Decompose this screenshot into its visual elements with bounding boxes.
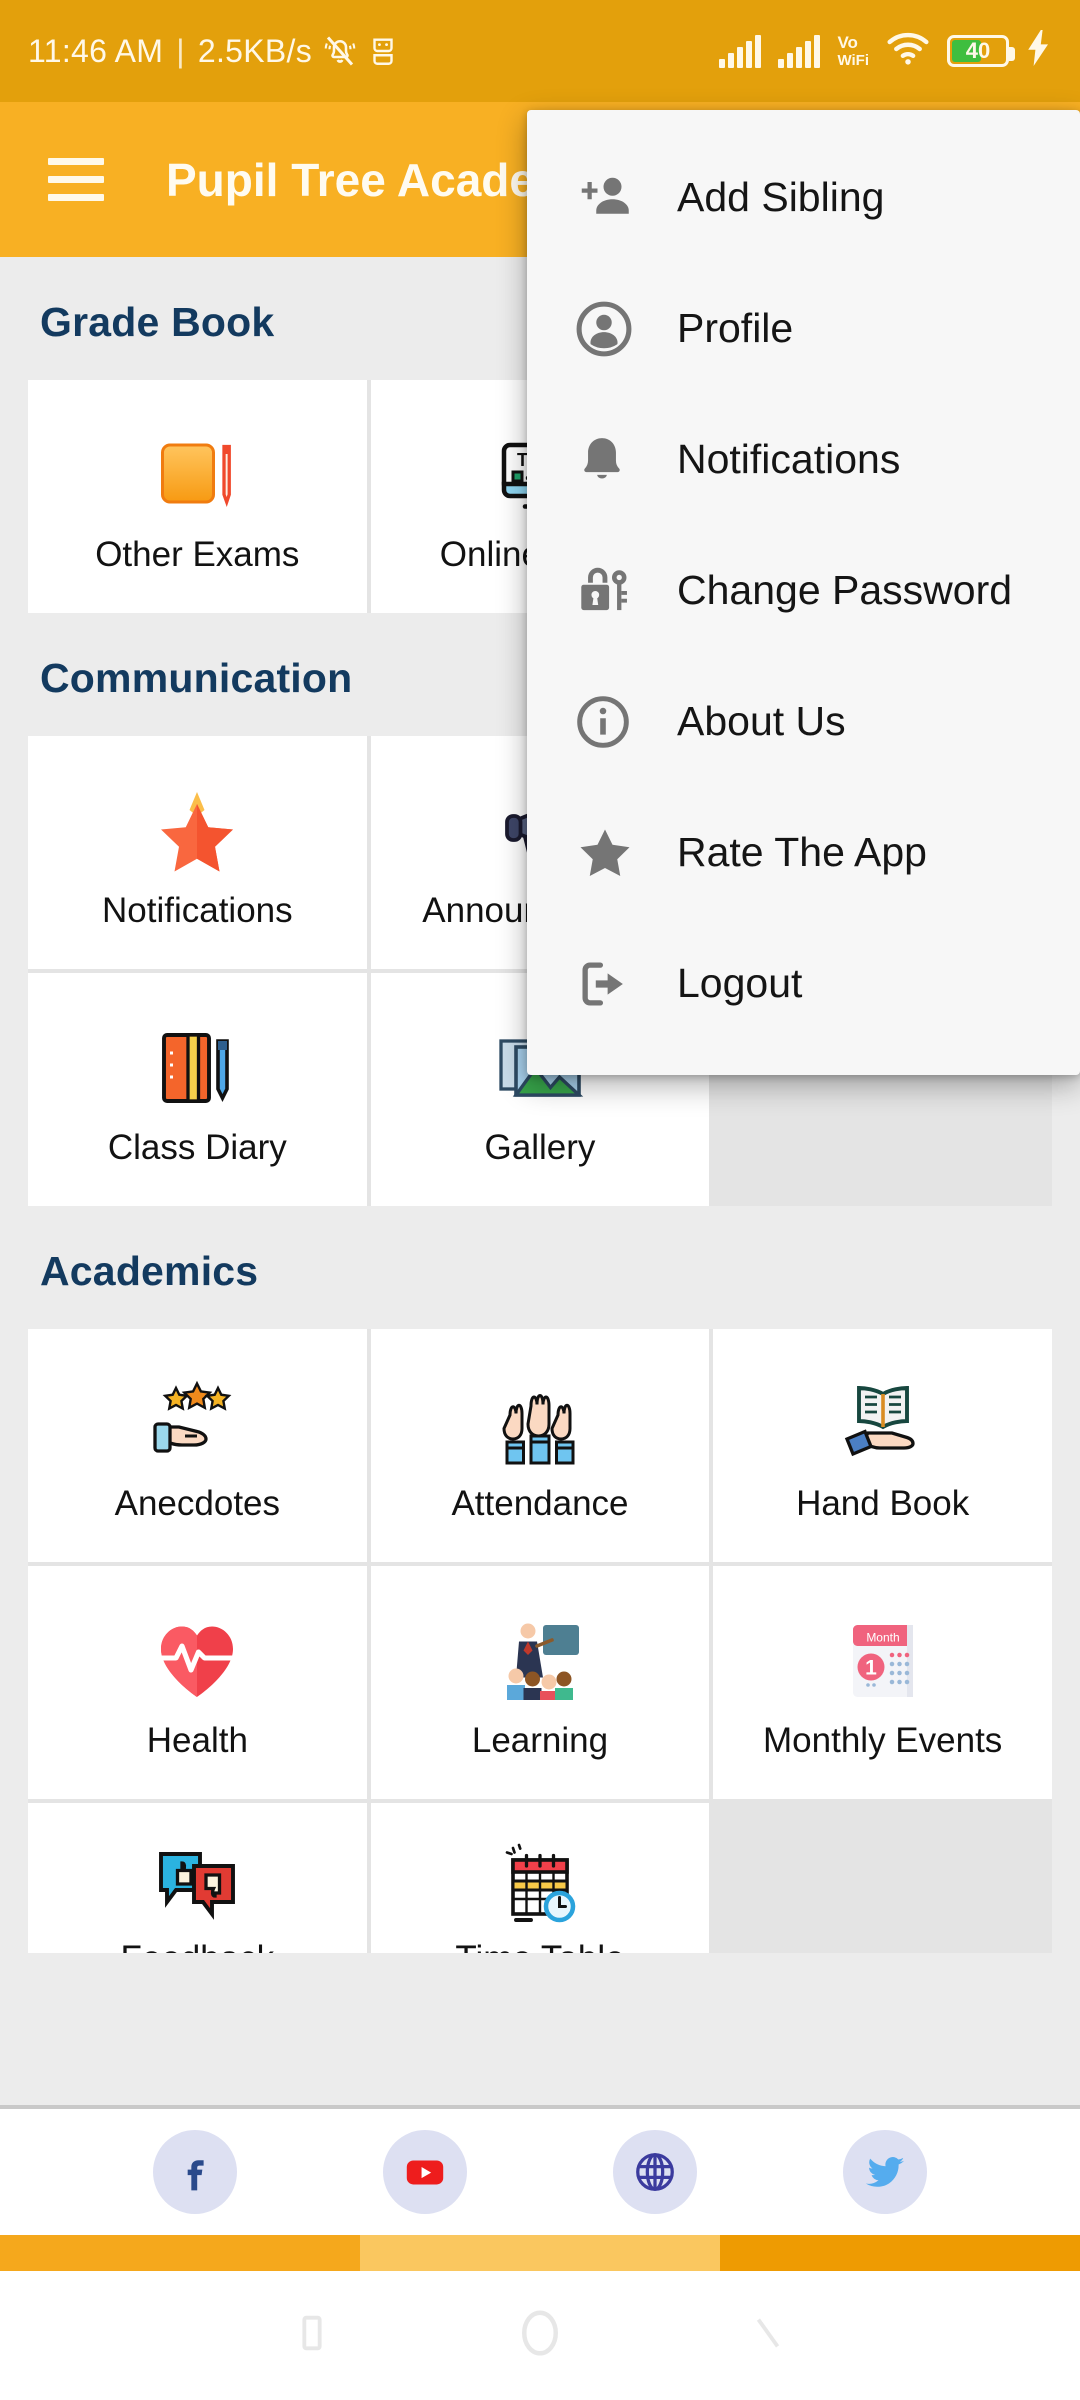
- tile-learning[interactable]: Learning: [370, 1566, 710, 1799]
- diary-pen-icon: [149, 1012, 245, 1124]
- globe-icon[interactable]: [613, 2130, 697, 2214]
- status-network-speed: 2.5KB/s: [197, 32, 313, 69]
- bottom-color-strip: [0, 2235, 1080, 2271]
- tile-label: Class Diary: [107, 1127, 287, 1167]
- logout-arrow-icon: [575, 955, 649, 1013]
- grid-academics: Anecdotes Attendance Hand Book Health Le…: [28, 1329, 1052, 1953]
- menu-item-label: Change Password: [677, 567, 1013, 613]
- menu-item-label: Notifications: [677, 436, 901, 482]
- tile-label: Learning: [471, 1720, 609, 1760]
- info-circle-icon: [575, 694, 649, 750]
- tile-anecdotes[interactable]: Anecdotes: [28, 1329, 367, 1562]
- tile-attendance[interactable]: Attendance: [370, 1329, 710, 1562]
- youtube-icon[interactable]: [383, 2130, 467, 2214]
- tile-label: Health: [146, 1720, 248, 1760]
- tile-feedback[interactable]: Feedback: [28, 1803, 367, 1953]
- star-icon: [575, 823, 649, 883]
- status-bar-left: 11:46 AM | 2.5KB/s: [28, 33, 398, 70]
- social-links-bar: [0, 2105, 1080, 2235]
- status-separator: |: [176, 32, 185, 69]
- menu-item-change-password[interactable]: Change Password: [527, 525, 1080, 656]
- android-navigation-bar: [0, 2271, 1080, 2400]
- battery-level: 40: [965, 38, 991, 63]
- menu-item-label: Rate The App: [677, 829, 927, 875]
- star-burst-icon: [149, 775, 245, 887]
- tile-label: Attendance: [451, 1483, 629, 1523]
- recents-icon[interactable]: [745, 2310, 791, 2361]
- strip-segment-3: [720, 2235, 1080, 2271]
- hamburger-menu-icon[interactable]: [48, 158, 104, 201]
- tile-class-diary[interactable]: Class Diary: [28, 973, 367, 1206]
- overflow-menu: Add Sibling Profile Notifications Change…: [527, 110, 1080, 1075]
- tile-label: Gallery: [484, 1127, 596, 1167]
- tile-time-table[interactable]: Time Table: [370, 1803, 710, 1953]
- lightning-bolt-icon: [1026, 30, 1052, 72]
- battery-indicator: 40: [947, 35, 1015, 67]
- menu-item-notifications[interactable]: Notifications: [527, 394, 1080, 525]
- user-circle-icon: [575, 300, 649, 358]
- strip-segment-1: [0, 2235, 360, 2271]
- tile-label: Anecdotes: [114, 1483, 281, 1523]
- tile-health[interactable]: Health: [28, 1566, 367, 1799]
- calendar-month-icon: Month 1: [835, 1605, 931, 1717]
- home-icon[interactable]: [513, 2306, 567, 2365]
- menu-item-label: Profile: [677, 305, 794, 351]
- heart-pulse-icon: [149, 1605, 245, 1717]
- vowifi-indicator: Vo WiFi: [837, 32, 869, 69]
- status-time: 11:46 AM: [28, 32, 164, 69]
- hand-three-stars-icon: [149, 1368, 245, 1480]
- tile-label: Notifications: [102, 890, 293, 930]
- tile-notifications[interactable]: Notifications: [28, 736, 367, 969]
- tile-label: Feedback: [120, 1939, 274, 1953]
- svg-text:1: 1: [865, 1656, 877, 1679]
- facebook-icon[interactable]: [153, 2130, 237, 2214]
- section-title-academics: Academics: [40, 1248, 259, 1294]
- tile-label: Monthly Events: [763, 1720, 1003, 1760]
- open-book-hand-icon: [835, 1368, 931, 1480]
- signal-bars-icon: [778, 34, 821, 68]
- menu-item-add-sibling[interactable]: Add Sibling: [527, 132, 1080, 263]
- tile-hand-book[interactable]: Hand Book: [713, 1329, 1052, 1562]
- vowifi-line1: Vo: [837, 32, 858, 52]
- wifi-icon: [886, 32, 930, 71]
- status-bar: 11:46 AM | 2.5KB/s Vo WiFi 40: [0, 0, 1080, 102]
- phone-screen: 11:46 AM | 2.5KB/s Vo WiFi 40 Pupil Tree…: [0, 0, 1080, 2400]
- teacher-class-icon: [492, 1605, 588, 1717]
- vowifi-line2: WiFi: [837, 51, 869, 69]
- tile-monthly-events[interactable]: Month 1 Monthly Events: [713, 1566, 1052, 1799]
- raised-hands-icon: [492, 1368, 588, 1480]
- screen-recorder-icon: [368, 34, 398, 68]
- add-person-icon: [575, 168, 649, 228]
- menu-item-label: About Us: [677, 698, 846, 744]
- menu-item-about-us[interactable]: About Us: [527, 656, 1080, 787]
- tile-label: Time Table: [455, 1939, 624, 1953]
- notebook-pencil-icon: [149, 419, 245, 531]
- menu-item-label: Logout: [677, 960, 803, 1006]
- thumbs-bubbles-icon: [149, 1839, 245, 1935]
- status-bar-right: Vo WiFi 40: [719, 30, 1052, 72]
- bell-icon: [575, 433, 649, 487]
- twitter-icon[interactable]: [843, 2130, 927, 2214]
- menu-item-rate-the-app[interactable]: Rate The App: [527, 787, 1080, 918]
- menu-item-label: Add Sibling: [677, 174, 885, 220]
- tile-label: Other Exams: [95, 534, 300, 574]
- svg-text:Month: Month: [866, 1630, 899, 1644]
- tile-label: Hand Book: [796, 1483, 970, 1523]
- bell-mute-icon: [322, 33, 358, 69]
- menu-item-profile[interactable]: Profile: [527, 263, 1080, 394]
- strip-segment-2: [360, 2235, 720, 2271]
- tile-empty: [713, 1803, 1052, 1953]
- calendar-clock-icon: [492, 1839, 588, 1935]
- lock-key-icon: [575, 562, 649, 620]
- menu-item-logout[interactable]: Logout: [527, 918, 1080, 1049]
- signal-bars-icon: [719, 34, 762, 68]
- tile-other-exams[interactable]: Other Exams: [28, 380, 367, 613]
- back-icon[interactable]: [289, 2310, 335, 2361]
